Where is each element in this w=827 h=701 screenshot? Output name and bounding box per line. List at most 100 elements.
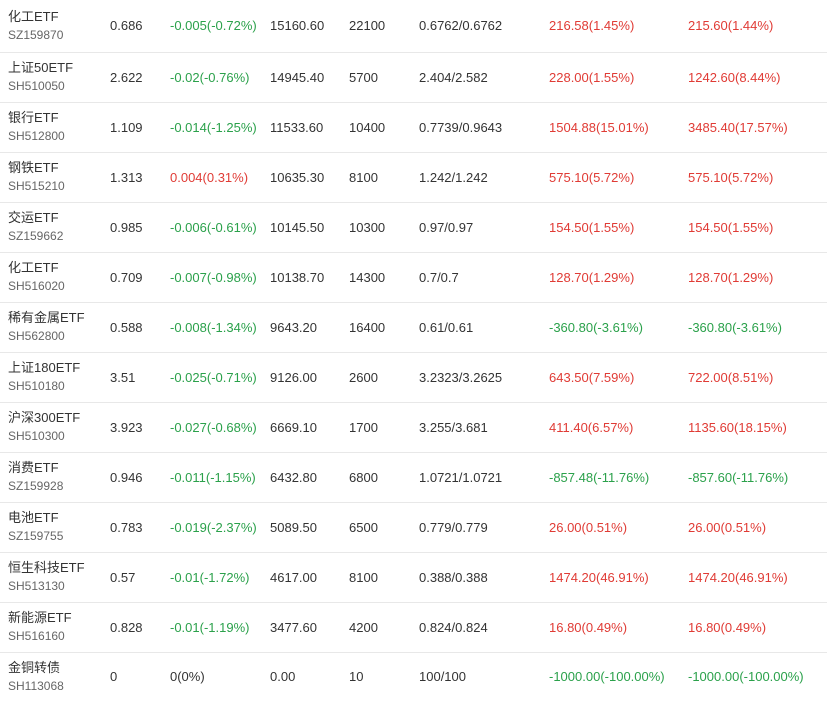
cost-cell: 3.2323/3.2625 <box>419 369 503 385</box>
total-pnl-cell: 128.70(1.29%) <box>688 269 774 285</box>
table-row[interactable]: 交运ETF SZ159662 0.985 -0.006(-0.61%) 10145… <box>0 202 827 252</box>
table-row[interactable]: 化工ETF SH516020 0.709 -0.007(-0.98%) 10138… <box>0 252 827 302</box>
shares-cell: 8100 <box>349 569 378 585</box>
security-name[interactable]: 新能源ETF <box>8 609 110 627</box>
cost-cell: 2.404/2.582 <box>419 69 488 85</box>
security-name[interactable]: 电池ETF <box>8 509 110 527</box>
security-cell: 电池ETF SZ159755 <box>0 502 110 552</box>
security-name[interactable]: 交运ETF <box>8 209 110 227</box>
security-name[interactable]: 消费ETF <box>8 459 110 477</box>
security-name[interactable]: 金铜转债 <box>8 659 110 677</box>
security-name[interactable]: 钢铁ETF <box>8 159 110 177</box>
security-cell: 银行ETF SH512800 <box>0 102 110 152</box>
security-name[interactable]: 化工ETF <box>8 259 110 277</box>
security-cell: 钢铁ETF SH515210 <box>0 152 110 202</box>
change-cell: 0.004(0.31%) <box>170 169 249 185</box>
price-cell: 3.923 <box>110 419 143 435</box>
table-row[interactable]: 银行ETF SH512800 1.109 -0.014(-1.25%) 11533… <box>0 102 827 152</box>
total-pnl-cell: 154.50(1.55%) <box>688 219 774 235</box>
change-cell: -0.019(-2.37%) <box>170 519 257 535</box>
table-row[interactable]: 恒生科技ETF SH513130 0.57 -0.01(-1.72%) 4617.… <box>0 552 827 602</box>
total-pnl-cell: 1474.20(46.91%) <box>688 569 788 585</box>
shares-cell: 10300 <box>349 219 386 235</box>
shares-cell: 2600 <box>349 369 378 385</box>
table-row[interactable]: 电池ETF SZ159755 0.783 -0.019(-2.37%) 5089.… <box>0 502 827 552</box>
total-pnl-cell: 1135.60(18.15%) <box>688 419 787 435</box>
security-name[interactable]: 稀有金属ETF <box>8 309 110 327</box>
table-row[interactable]: 稀有金属ETF SH562800 0.588 -0.008(-1.34%) 964… <box>0 302 827 352</box>
pnl-cell: 154.50(1.55%) <box>549 219 635 235</box>
security-name[interactable]: 上证180ETF <box>8 359 110 377</box>
pnl-cell: 228.00(1.55%) <box>549 69 635 85</box>
change-cell: -0.025(-0.71%) <box>170 369 257 385</box>
security-cell: 消费ETF SZ159928 <box>0 452 110 502</box>
price-cell: 0.783 <box>110 519 143 535</box>
price-cell: 1.313 <box>110 169 143 185</box>
shares-cell: 6500 <box>349 519 378 535</box>
change-cell: -0.005(-0.72%) <box>170 18 257 34</box>
market-value-cell: 10635.30 <box>270 169 325 185</box>
cost-cell: 0.388/0.388 <box>419 569 488 585</box>
change-cell: -0.02(-0.76%) <box>170 69 250 85</box>
pnl-cell: 575.10(5.72%) <box>549 169 635 185</box>
shares-cell: 22100 <box>349 18 386 34</box>
holdings-table: 化工ETF SZ159870 0.686 -0.005(-0.72%) 15160… <box>0 0 827 701</box>
shares-cell: 8100 <box>349 169 378 185</box>
table-row[interactable]: 钢铁ETF SH515210 1.313 0.004(0.31%) 10635.3… <box>0 152 827 202</box>
shares-cell: 6800 <box>349 469 378 485</box>
change-cell: -0.011(-1.15%) <box>170 469 256 485</box>
security-name[interactable]: 银行ETF <box>8 109 110 127</box>
market-value-cell: 10145.50 <box>270 219 325 235</box>
market-value-cell: 15160.60 <box>270 18 325 34</box>
change-cell: -0.006(-0.61%) <box>170 219 257 235</box>
table-row[interactable]: 沪深300ETF SH510300 3.923 -0.027(-0.68%) 66… <box>0 402 827 452</box>
security-code: SH562800 <box>8 329 65 343</box>
table-row[interactable]: 上证180ETF SH510180 3.51 -0.025(-0.71%) 912… <box>0 352 827 402</box>
cost-cell: 0.61/0.61 <box>419 319 474 335</box>
security-cell: 稀有金属ETF SH562800 <box>0 302 110 352</box>
shares-cell: 4200 <box>349 619 378 635</box>
security-code: SZ159928 <box>8 479 64 493</box>
total-pnl-cell: 1242.60(8.44%) <box>688 69 781 85</box>
price-cell: 0.828 <box>110 619 143 635</box>
security-cell: 化工ETF SZ159870 <box>0 0 110 52</box>
security-code: SH516020 <box>8 279 65 293</box>
change-cell: -0.007(-0.98%) <box>170 269 257 285</box>
total-pnl-cell: 575.10(5.72%) <box>688 169 774 185</box>
security-cell: 金铜转债 SH113068 <box>0 652 110 701</box>
holdings-table-body: 化工ETF SZ159870 0.686 -0.005(-0.72%) 15160… <box>0 0 827 701</box>
security-name[interactable]: 化工ETF <box>8 8 110 26</box>
security-cell: 上证50ETF SH510050 <box>0 52 110 102</box>
table-row[interactable]: 上证50ETF SH510050 2.622 -0.02(-0.76%) 1494… <box>0 52 827 102</box>
market-value-cell: 6432.80 <box>270 469 317 485</box>
change-cell: -0.014(-1.25%) <box>170 119 257 135</box>
security-cell: 交运ETF SZ159662 <box>0 202 110 252</box>
table-row[interactable]: 消费ETF SZ159928 0.946 -0.011(-1.15%) 6432.… <box>0 452 827 502</box>
cost-cell: 0.7739/0.9643 <box>419 119 503 135</box>
security-code: SH512800 <box>8 129 65 143</box>
change-cell: -0.01(-1.19%) <box>170 619 250 635</box>
pnl-cell: 1474.20(46.91%) <box>549 569 649 585</box>
total-pnl-cell: 16.80(0.49%) <box>688 619 767 635</box>
table-row[interactable]: 化工ETF SZ159870 0.686 -0.005(-0.72%) 15160… <box>0 0 827 52</box>
security-name[interactable]: 上证50ETF <box>8 59 110 77</box>
cost-cell: 0.6762/0.6762 <box>419 18 503 34</box>
table-row[interactable]: 金铜转债 SH113068 0 0(0%) 0.00 10 100/100 -10… <box>0 652 827 701</box>
cost-cell: 100/100 <box>419 669 466 685</box>
security-name[interactable]: 恒生科技ETF <box>8 559 110 577</box>
cost-cell: 3.255/3.681 <box>419 419 488 435</box>
pnl-cell: -857.48(-11.76%) <box>549 469 650 485</box>
price-cell: 0.588 <box>110 319 143 335</box>
market-value-cell: 11533.60 <box>270 119 324 135</box>
price-cell: 3.51 <box>110 369 136 385</box>
price-cell: 0.709 <box>110 269 143 285</box>
shares-cell: 10400 <box>349 119 386 135</box>
security-code: SZ159870 <box>8 27 64 42</box>
total-pnl-cell: 722.00(8.51%) <box>688 369 774 385</box>
change-cell: -0.027(-0.68%) <box>170 419 257 435</box>
market-value-cell: 6669.10 <box>270 419 317 435</box>
security-name[interactable]: 沪深300ETF <box>8 409 110 427</box>
total-pnl-cell: 3485.40(17.57%) <box>688 119 788 135</box>
table-row[interactable]: 新能源ETF SH516160 0.828 -0.01(-1.19%) 3477.… <box>0 602 827 652</box>
price-cell: 0 <box>110 669 118 685</box>
